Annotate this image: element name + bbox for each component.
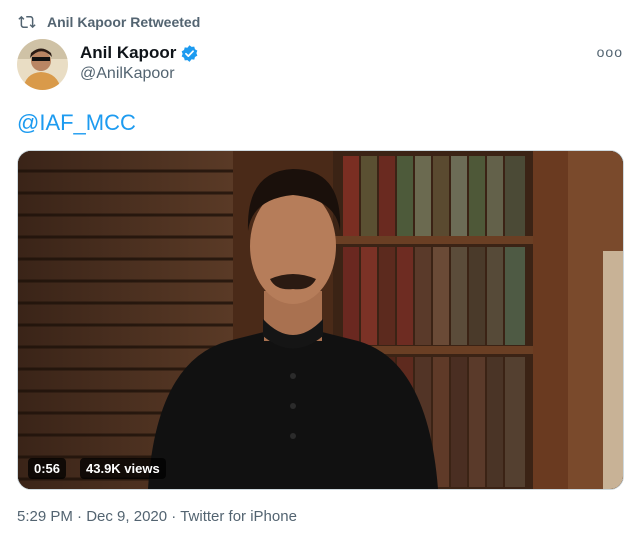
author-name[interactable]: Anil Kapoor: [80, 43, 199, 63]
author-name-text: Anil Kapoor: [80, 43, 177, 62]
verified-badge-icon: [182, 44, 198, 62]
retweet-text: Anil Kapoor Retweeted: [47, 14, 201, 30]
tweet-metadata: 5:29 PM · Dec 9, 2020 · Twitter for iPho…: [17, 508, 297, 525]
video-thumbnail: [18, 151, 623, 489]
retweet-indicator[interactable]: Anil Kapoor Retweeted: [17, 12, 200, 32]
author-handle[interactable]: @AnilKapoor: [80, 65, 175, 83]
retweet-icon: [18, 15, 36, 29]
meta-separator: ·: [171, 508, 177, 525]
video-duration: 0:56: [28, 458, 67, 479]
tweet-source[interactable]: Twitter for iPhone: [180, 508, 297, 525]
more-icon[interactable]: ooo: [597, 44, 623, 60]
tweet-text[interactable]: @IAF_MCC: [17, 110, 136, 136]
video-views: 43.9K views: [80, 458, 166, 479]
meta-separator: ·: [77, 508, 83, 525]
tweet-time[interactable]: 5:29 PM: [17, 508, 73, 525]
tweet-date[interactable]: Dec 9, 2020: [86, 508, 167, 525]
video-player[interactable]: 0:56 43.9K views: [17, 150, 624, 490]
avatar[interactable]: [17, 39, 68, 90]
